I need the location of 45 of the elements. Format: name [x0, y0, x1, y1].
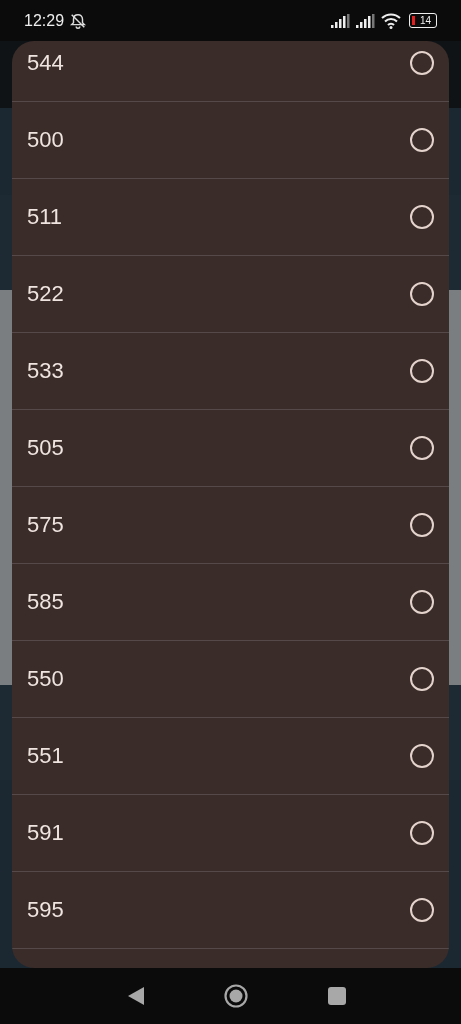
radio-button[interactable]: [410, 436, 434, 460]
home-icon[interactable]: [223, 984, 248, 1008]
option-label: 551: [27, 743, 64, 769]
option-label: 575: [27, 512, 64, 538]
option-row[interactable]: 591: [12, 795, 449, 872]
radio-button[interactable]: [410, 667, 434, 691]
wifi-icon: [381, 12, 401, 29]
option-label: 533: [27, 358, 64, 384]
clock: 12:29: [24, 11, 65, 30]
option-label: 595: [27, 897, 64, 923]
option-row[interactable]: 500: [12, 102, 449, 179]
option-label: 550: [27, 666, 64, 692]
radio-button[interactable]: [410, 590, 434, 614]
option-row[interactable]: 533: [12, 333, 449, 410]
option-label: 591: [27, 820, 64, 846]
radio-button[interactable]: [410, 898, 434, 922]
radio-button[interactable]: [410, 821, 434, 845]
radio-button[interactable]: [410, 282, 434, 306]
option-row[interactable]: 595: [12, 872, 449, 949]
radio-button[interactable]: [410, 359, 434, 383]
option-label: 585: [27, 589, 64, 615]
radio-button[interactable]: [410, 205, 434, 229]
option-label: 544: [27, 50, 64, 76]
option-label: 522: [27, 281, 64, 307]
radio-button[interactable]: [410, 744, 434, 768]
signal-icon: [331, 13, 351, 28]
signal-icon: [356, 13, 376, 28]
muted-bell-icon: [69, 11, 88, 30]
radio-button[interactable]: [410, 51, 434, 75]
option-row[interactable]: 544: [12, 41, 449, 102]
radio-button[interactable]: [410, 513, 434, 537]
back-icon[interactable]: [127, 987, 144, 1005]
option-label: 511: [27, 204, 63, 230]
option-label: 505: [27, 435, 64, 461]
option-label: 500: [27, 127, 64, 153]
option-row[interactable]: 550: [12, 641, 449, 718]
battery-icon: 14: [409, 13, 437, 28]
recents-icon[interactable]: [327, 987, 346, 1005]
option-row[interactable]: 575: [12, 487, 449, 564]
option-row[interactable]: 585: [12, 564, 449, 641]
option-row[interactable]: 505: [12, 410, 449, 487]
option-row[interactable]: 522: [12, 256, 449, 333]
option-row[interactable]: 511: [12, 179, 449, 256]
option-row[interactable]: 551: [12, 718, 449, 795]
radio-button[interactable]: [410, 128, 434, 152]
